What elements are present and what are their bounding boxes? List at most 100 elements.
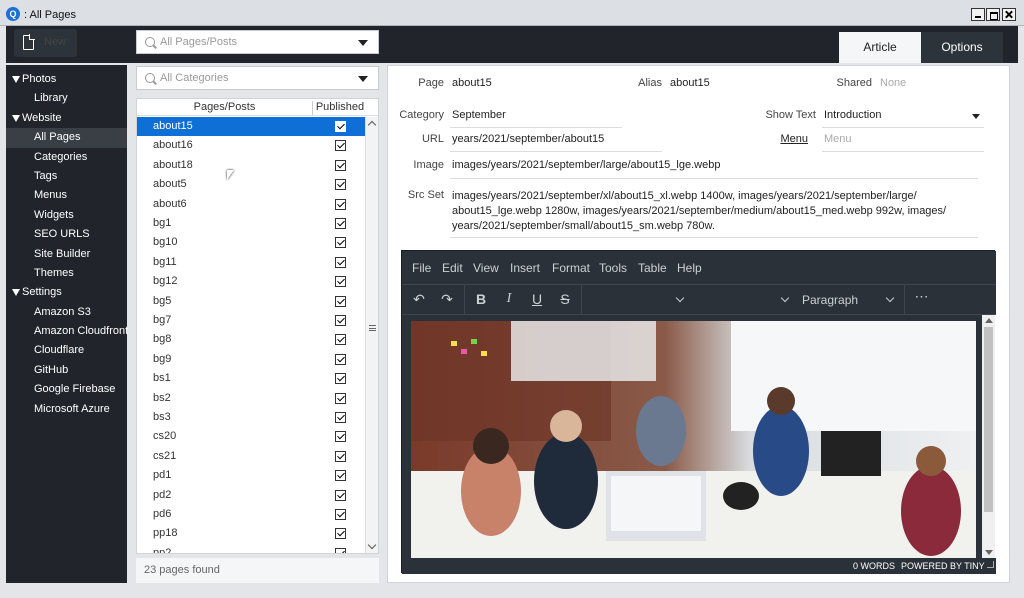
scroll-up-icon[interactable] xyxy=(985,318,993,323)
underline-icon[interactable]: U xyxy=(528,291,546,307)
tab-options[interactable]: Options xyxy=(921,32,1003,63)
sidebar-item-settings[interactable]: Settings xyxy=(6,283,127,302)
list-item[interactable]: bg9 xyxy=(137,350,365,369)
show-text-select[interactable]: Introduction xyxy=(824,109,881,121)
published-checkbox[interactable] xyxy=(335,198,346,210)
published-checkbox[interactable] xyxy=(335,373,346,385)
list-item[interactable]: about6 xyxy=(137,195,365,214)
list-item[interactable]: about15 xyxy=(137,117,365,137)
list-item[interactable]: bg5 xyxy=(137,292,365,311)
list-item[interactable]: bg7 xyxy=(137,311,365,330)
list-item[interactable]: bg8 xyxy=(137,330,365,349)
image-field[interactable]: images/years/2021/september/large/about1… xyxy=(452,159,720,171)
sidebar-item-amazon-s3[interactable]: Amazon S3 xyxy=(6,303,127,322)
published-checkbox[interactable] xyxy=(335,392,346,404)
powered-by-link[interactable]: POWERED BY TINY xyxy=(901,561,985,571)
list-item[interactable]: bg11 xyxy=(137,253,365,272)
menu-help[interactable]: Help xyxy=(677,261,702,275)
menu-link[interactable]: Menu xyxy=(768,133,808,145)
list-item[interactable]: about16 xyxy=(137,136,365,155)
published-checkbox[interactable] xyxy=(335,276,346,288)
published-checkbox[interactable] xyxy=(335,547,346,553)
list-item[interactable]: bg1 xyxy=(137,214,365,233)
published-checkbox[interactable] xyxy=(335,353,346,365)
editor-scrollbar[interactable] xyxy=(982,315,995,558)
sidebar-item-amazon-cloudfront[interactable]: Amazon Cloudfront xyxy=(6,322,128,341)
font-family-dropdown[interactable] xyxy=(675,293,685,303)
maximize-button[interactable] xyxy=(986,8,1000,21)
sidebar-item-microsoft-azure[interactable]: Microsoft Azure xyxy=(6,400,127,419)
list-item[interactable]: bs2 xyxy=(137,389,365,408)
published-checkbox[interactable] xyxy=(335,489,346,501)
menu-field[interactable]: Menu xyxy=(824,133,852,145)
list-item[interactable]: bg10 xyxy=(137,233,365,252)
published-checkbox[interactable] xyxy=(335,315,346,326)
new-button[interactable]: New xyxy=(14,29,77,57)
pages-filter-dropdown[interactable]: All Pages/Posts xyxy=(136,30,379,54)
published-checkbox[interactable] xyxy=(335,412,346,423)
list-item[interactable]: pd1 xyxy=(137,466,365,485)
sidebar-item-categories[interactable]: Categories xyxy=(6,148,127,167)
sidebar-item-tags[interactable]: Tags xyxy=(6,167,127,186)
undo-icon[interactable]: ↶ xyxy=(410,291,428,308)
sidebar-item-github[interactable]: GitHub xyxy=(6,361,127,380)
published-checkbox[interactable] xyxy=(335,256,346,268)
list-item[interactable]: pd6 xyxy=(137,505,365,524)
published-checkbox[interactable] xyxy=(335,528,346,540)
list-item[interactable]: about5 xyxy=(137,175,365,194)
redo-icon[interactable]: ↷ xyxy=(438,291,456,308)
sidebar-item-google-firebase[interactable]: Google Firebase xyxy=(6,380,127,399)
list-scrollbar[interactable] xyxy=(365,117,378,553)
block-format-dropdown[interactable]: Paragraph xyxy=(802,293,858,307)
menu-edit[interactable]: Edit xyxy=(442,261,463,275)
menu-format[interactable]: Format xyxy=(552,261,590,275)
scroll-up-icon[interactable] xyxy=(367,120,377,130)
list-item[interactable]: pp2 xyxy=(137,544,365,553)
bold-icon[interactable]: B xyxy=(472,291,490,307)
published-checkbox[interactable] xyxy=(335,431,346,443)
more-icon[interactable]: ⋯ xyxy=(913,288,931,305)
list-item[interactable]: pd2 xyxy=(137,486,365,505)
menu-view[interactable]: View xyxy=(473,261,499,275)
sidebar-item-photos[interactable]: Photos xyxy=(6,70,127,89)
published-checkbox[interactable] xyxy=(335,237,346,249)
srcset-field[interactable]: images/years/2021/september/xl/about15_x… xyxy=(452,189,972,234)
list-item[interactable]: cs20 xyxy=(137,427,365,446)
close-button[interactable] xyxy=(1002,8,1016,21)
chevron-down-icon[interactable] xyxy=(972,114,980,119)
menu-insert[interactable]: Insert xyxy=(510,261,540,275)
menu-file[interactable]: File xyxy=(412,261,431,275)
sidebar-item-menus[interactable]: Menus xyxy=(6,186,127,205)
column-header-pages[interactable]: Pages/Posts xyxy=(137,101,312,113)
scroll-down-icon[interactable] xyxy=(367,540,377,550)
alias-field[interactable]: about15 xyxy=(670,77,710,89)
sidebar-item-themes[interactable]: Themes xyxy=(6,264,127,283)
published-checkbox[interactable] xyxy=(335,159,346,171)
published-checkbox[interactable] xyxy=(335,509,346,520)
sidebar-item-seo-urls[interactable]: SEO URLS xyxy=(6,225,127,244)
tab-article[interactable]: Article xyxy=(839,32,921,63)
published-checkbox[interactable] xyxy=(335,470,346,482)
sidebar-item-library[interactable]: Library xyxy=(6,89,127,108)
italic-icon[interactable]: I xyxy=(500,291,518,307)
list-item[interactable]: pp18 xyxy=(137,524,365,543)
published-checkbox[interactable] xyxy=(335,121,346,132)
sidebar-item-all-pages[interactable]: All Pages xyxy=(6,128,127,148)
list-item[interactable]: cs21 xyxy=(137,447,365,466)
published-checkbox[interactable] xyxy=(335,218,346,229)
scroll-grip-icon[interactable] xyxy=(369,325,376,331)
resize-handle-icon[interactable] xyxy=(987,561,994,568)
sidebar-item-cloudflare[interactable]: Cloudflare xyxy=(6,341,127,360)
published-checkbox[interactable] xyxy=(335,334,346,346)
scroll-down-icon[interactable] xyxy=(985,550,993,555)
published-checkbox[interactable] xyxy=(335,295,346,307)
sidebar-item-site-builder[interactable]: Site Builder xyxy=(6,245,127,264)
list-item[interactable]: about18 xyxy=(137,156,365,175)
editor-content[interactable] xyxy=(411,321,976,558)
category-field[interactable]: September xyxy=(452,109,506,121)
menu-tools[interactable]: Tools xyxy=(599,261,627,275)
chevron-down-icon[interactable] xyxy=(885,293,895,303)
sidebar-item-website[interactable]: Website xyxy=(6,109,127,128)
menu-table[interactable]: Table xyxy=(638,261,667,275)
list-item[interactable]: bg12 xyxy=(137,272,365,291)
